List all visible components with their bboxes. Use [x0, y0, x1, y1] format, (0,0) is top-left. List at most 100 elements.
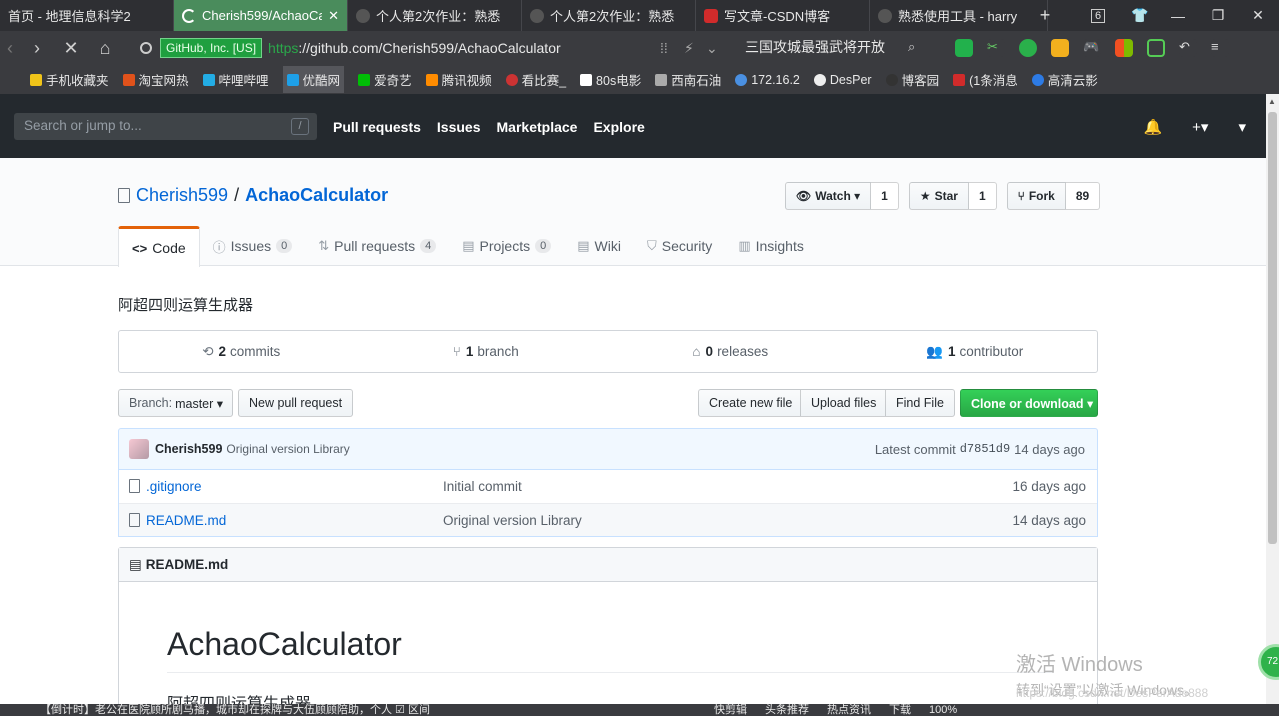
close-window-icon[interactable]: ✕	[1240, 0, 1276, 31]
bookmark-item[interactable]: 腾讯视频	[425, 70, 492, 89]
bookmark-item[interactable]: 手机收藏夹	[30, 70, 109, 89]
battery-icon[interactable]	[1147, 39, 1165, 57]
nav-marketplace[interactable]: Marketplace	[497, 119, 578, 135]
search-input[interactable]: Search or jump to... /	[14, 113, 317, 140]
news-ticker[interactable]: 【倒计时】老公在医院顾所剧马播，城市却在探牌与大伍顾顾陪助，个人 ☑ 区间	[40, 704, 430, 716]
menu-icon[interactable]: ≡	[1211, 39, 1229, 57]
commit-author-link[interactable]: Cherish599	[155, 442, 222, 456]
nav-pull-requests[interactable]: Pull requests	[333, 119, 421, 135]
nav-explore[interactable]: Explore	[593, 119, 644, 135]
search-suggestion[interactable]: 三国攻城最强武将开放	[745, 37, 885, 57]
file-name-link[interactable]: README.md	[146, 513, 226, 528]
status-item[interactable]: 快剪辑	[714, 704, 747, 716]
new-pull-request-button[interactable]: New pull request	[238, 389, 354, 417]
grid-icon[interactable]: ⁞⁞	[660, 40, 668, 56]
tab-pull-requests[interactable]: ⇅ Pull requests 4	[305, 226, 449, 266]
create-new-dropdown-icon[interactable]: +▾	[1192, 118, 1208, 136]
avatar[interactable]	[129, 439, 149, 459]
tab-count-button[interactable]: 6	[1080, 0, 1116, 31]
browser-tab[interactable]: 个人第2次作业：熟悉	[348, 0, 522, 31]
watch-button[interactable]: 👁 Watch ▾	[785, 182, 872, 210]
forward-icon[interactable]: ›	[20, 38, 54, 59]
gamepad-icon[interactable]: 🎮	[1083, 39, 1101, 57]
minimize-icon[interactable]: —	[1160, 0, 1196, 31]
translate-icon[interactable]	[1019, 39, 1037, 57]
shield-icon[interactable]	[1051, 39, 1069, 57]
bookmark-item[interactable]: 爱奇艺	[358, 70, 412, 89]
bookmark-item[interactable]: 优酷网	[282, 66, 345, 93]
status-item[interactable]: 头条推荐	[765, 704, 809, 716]
releases-link[interactable]: ⌂ 0 releases	[608, 331, 853, 372]
browser-tab[interactable]: 首页 - 地理信息科学2	[0, 0, 174, 31]
nav-issues[interactable]: Issues	[437, 119, 481, 135]
fork-count[interactable]: 89	[1065, 182, 1101, 210]
undo-icon[interactable]: ↶	[1179, 39, 1197, 57]
tab-insights[interactable]: ▥ Insights	[725, 226, 817, 266]
bookmark-item[interactable]: 172.16.2	[735, 73, 800, 87]
status-item[interactable]: 下载	[889, 704, 911, 716]
contributor-link[interactable]: 👥 1 contributor	[853, 331, 1098, 372]
tab-code[interactable]: <> Code	[118, 226, 200, 267]
status-item[interactable]: 热点资讯	[827, 704, 871, 716]
star-button[interactable]: ★ Star	[908, 182, 969, 210]
tab-security[interactable]: ⛉ Security	[634, 226, 725, 266]
user-menu-dropdown-icon[interactable]: ▾	[1238, 118, 1246, 136]
home-icon[interactable]: ⌂	[88, 38, 122, 59]
bookmark-item[interactable]: 淘宝网热	[122, 70, 189, 89]
browser-tab[interactable]: 个人第2次作业：熟悉	[522, 0, 696, 31]
scrollbar-thumb[interactable]	[1268, 112, 1277, 544]
bookmark-item[interactable]: 博客园	[885, 70, 939, 89]
notification-bell-icon[interactable]: 🔔	[1143, 118, 1162, 136]
bookmark-item[interactable]: 西南石油	[655, 70, 721, 89]
tab-issues[interactable]: ⓘ Issues 0	[200, 226, 306, 266]
repo-name-link[interactable]: AchaoCalculator	[245, 185, 388, 206]
search-icon[interactable]: ⌕	[908, 39, 915, 55]
upload-files-button[interactable]: Upload files	[800, 389, 888, 417]
browser-tab[interactable]: 写文章-CSDN博客	[696, 0, 870, 31]
branch-select-button[interactable]: Branch: master ▾	[118, 389, 233, 417]
file-name-link[interactable]: .gitignore	[146, 479, 202, 494]
star-count[interactable]: 1	[968, 182, 997, 210]
bookmark-item[interactable]: 看比赛_	[505, 70, 566, 89]
speed-ball-widget[interactable]: 72	[1258, 644, 1279, 680]
address-bar[interactable]: GitHub, Inc. [US] https ://github.com/Ch…	[140, 36, 730, 60]
zoom-level[interactable]: 100%	[929, 704, 957, 716]
bookmark-item[interactable]: (1条消息	[953, 70, 1018, 89]
back-icon[interactable]: ‹	[0, 38, 20, 59]
bookmark-item[interactable]: DesPer	[813, 73, 872, 87]
bookmark-item[interactable]: 80s电影	[580, 70, 641, 89]
site-info-icon[interactable]	[140, 42, 152, 54]
shirt-icon[interactable]: 👕	[1122, 0, 1158, 31]
clone-or-download-button[interactable]: Clone or download ▾	[960, 389, 1098, 417]
chevron-down-icon[interactable]: ⌄	[706, 40, 718, 57]
commit-sha-link[interactable]: d7851d9	[960, 442, 1010, 457]
bookmark-item[interactable]: 哔哩哔哩	[202, 70, 269, 89]
find-file-button[interactable]: Find File	[885, 389, 955, 417]
browser-tab[interactable]: 熟悉使用工具 - harry	[870, 0, 1048, 31]
repo-owner-link[interactable]: Cherish599	[136, 185, 228, 206]
apps-icon[interactable]	[1115, 39, 1133, 57]
close-tab-icon[interactable]: ✕	[328, 8, 339, 24]
file-commit-message-link[interactable]: Initial commit	[443, 479, 522, 494]
branch-link[interactable]: ⑂ 1 branch	[364, 331, 609, 372]
bookmark-label: 172.16.2	[751, 72, 800, 87]
page-scrollbar[interactable]: ▲	[1266, 94, 1279, 704]
new-tab-button[interactable]: +	[1027, 0, 1063, 31]
scissors-icon[interactable]: ✂	[987, 39, 1005, 57]
fork-button[interactable]: ⑂ Fork	[1006, 182, 1066, 210]
stop-loading-icon[interactable]: ✕	[54, 38, 88, 59]
create-new-file-button[interactable]: Create new file	[698, 389, 804, 417]
ssl-certificate-badge[interactable]: GitHub, Inc. [US]	[160, 38, 263, 58]
watch-count[interactable]: 1	[871, 182, 899, 210]
commit-message-link[interactable]: Original version Library	[226, 442, 349, 456]
tab-wiki[interactable]: ▤ Wiki	[564, 226, 634, 266]
commits-link[interactable]: ⟲ 2 commits	[119, 331, 364, 372]
bookmark-item[interactable]: 高清云影	[1031, 70, 1098, 89]
wechat-icon[interactable]	[955, 39, 973, 57]
browser-tab-active[interactable]: Cherish599/AchaoCa ✕	[174, 0, 348, 31]
tab-projects[interactable]: ▤ Projects 0	[449, 226, 564, 266]
restore-icon[interactable]: ❐	[1200, 0, 1236, 31]
scroll-up-icon[interactable]: ▲	[1268, 97, 1276, 106]
file-commit-message-link[interactable]: Original version Library	[443, 513, 582, 528]
lightning-icon[interactable]: ⚡	[684, 40, 694, 57]
